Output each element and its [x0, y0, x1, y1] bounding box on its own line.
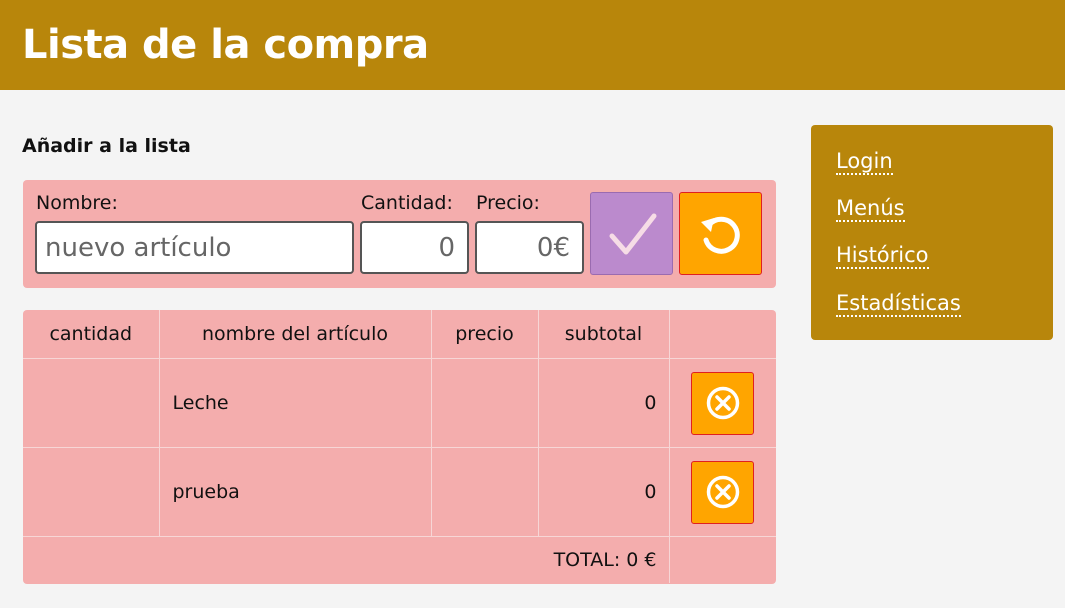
cantidad-label: Cantidad:	[361, 192, 453, 214]
check-icon	[609, 213, 656, 254]
header-subtotal: subtotal	[537, 310, 670, 359]
cell-precio	[430, 447, 539, 537]
reset-button[interactable]	[679, 192, 762, 275]
cell-action	[668, 358, 776, 448]
app-header: Lista de la compra	[0, 0, 1065, 90]
table-row: Leche 0	[23, 358, 776, 448]
header-precio: precio	[430, 310, 539, 359]
delete-item-button[interactable]	[691, 371, 755, 435]
nav-menus-link[interactable]: Menús	[836, 196, 905, 222]
confirm-button[interactable]	[590, 192, 673, 275]
total-empty-cell	[668, 536, 776, 583]
header-actions	[668, 310, 776, 359]
cell-subtotal: 0	[537, 358, 670, 448]
delete-item-button[interactable]	[691, 460, 755, 524]
total-row: TOTAL: 0 €	[23, 536, 776, 583]
cell-nombre: Leche	[158, 358, 432, 448]
table-header-row: cantidad nombre del artículo precio subt…	[23, 310, 776, 359]
reset-icon	[700, 216, 740, 254]
nombre-label: Nombre:	[36, 192, 118, 214]
cell-cantidad	[23, 447, 160, 537]
table-row: prueba 0	[23, 447, 776, 537]
precio-input[interactable]	[475, 221, 584, 274]
cell-cantidad	[23, 358, 160, 448]
nav-login-link[interactable]: Login	[836, 149, 893, 175]
add-section-title: Añadir a la lista	[22, 135, 191, 157]
side-menu: Login Menús Histórico Estadísticas	[811, 125, 1053, 340]
delete-icon	[706, 475, 739, 509]
total-label: TOTAL: 0 €	[23, 536, 670, 583]
cell-nombre: prueba	[158, 447, 432, 537]
nav-historico-link[interactable]: Histórico	[836, 243, 929, 269]
nav-estadisticas-link[interactable]: Estadísticas	[836, 291, 961, 317]
cell-action	[668, 447, 776, 537]
delete-icon	[706, 386, 739, 420]
header-nombre: nombre del artículo	[158, 310, 432, 359]
add-item-form: Nombre: Cantidad: Precio:	[23, 180, 776, 288]
cantidad-input[interactable]	[360, 221, 469, 274]
cell-precio	[430, 358, 539, 448]
header-cantidad: cantidad	[23, 310, 160, 359]
precio-label: Precio:	[476, 192, 540, 214]
cell-subtotal: 0	[537, 447, 670, 537]
page-title: Lista de la compra	[22, 22, 429, 68]
nombre-input[interactable]	[35, 221, 354, 274]
shopping-table: cantidad nombre del artículo precio subt…	[23, 310, 776, 584]
